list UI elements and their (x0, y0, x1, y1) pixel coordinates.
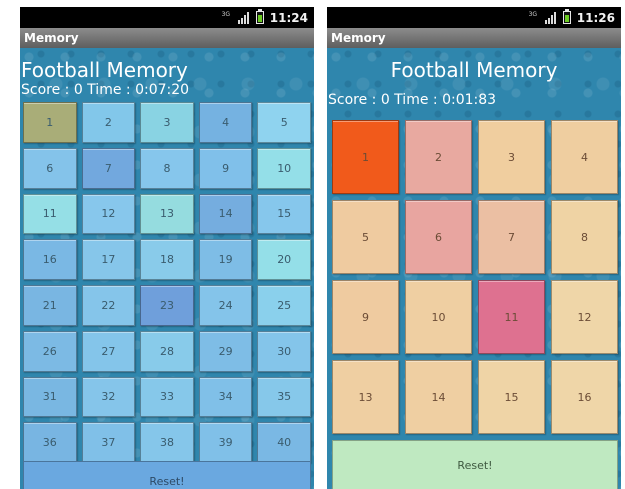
game-area: Football Memory Score : 0 Time : 0:01:83… (327, 48, 621, 489)
memory-card-tile[interactable]: 24 (198, 285, 253, 326)
memory-card-tile[interactable]: 15 (478, 360, 545, 434)
memory-card-tile[interactable]: 7 (81, 147, 136, 189)
memory-card-tile[interactable]: 4 (198, 102, 253, 143)
signal-icon (544, 11, 557, 24)
memory-card-tile[interactable]: 6 (405, 200, 472, 274)
memory-card-tile[interactable]: 8 (140, 147, 194, 189)
memory-card-tile[interactable]: 1 (332, 120, 399, 194)
card-grid: 1 2 3 4 5 6 7 8 9 10 11 12 13 14 15 16 17 18 19 20 21 22 23 24 2… (23, 102, 311, 463)
memory-card-tile[interactable]: 13 (140, 193, 194, 235)
memory-card-tile[interactable]: 39 (198, 422, 253, 463)
signal-icon (237, 11, 250, 24)
memory-card-tile[interactable]: 14 (405, 360, 472, 434)
memory-card-tile[interactable]: 20 (257, 239, 311, 280)
memory-card-tile[interactable]: 9 (198, 147, 253, 189)
battery-icon (255, 9, 264, 24)
memory-card-tile[interactable]: 5 (332, 200, 399, 274)
card-grid: 1 2 3 4 5 6 7 8 9 10 11 12 13 14 15 16 (332, 120, 618, 434)
network-3g-icon: 3G (528, 10, 538, 18)
phone-screen-right: 3G 11:26 Memory Football Memory Score : … (327, 7, 621, 489)
memory-card-tile[interactable]: 36 (23, 422, 77, 463)
memory-card-tile[interactable]: 32 (81, 376, 136, 418)
memory-card-tile[interactable]: 2 (405, 120, 472, 194)
memory-card-tile[interactable]: 19 (198, 239, 253, 280)
memory-card-tile[interactable]: 1 (23, 102, 77, 143)
memory-card-tile[interactable]: 6 (23, 147, 77, 189)
memory-card-tile[interactable]: 15 (257, 193, 311, 235)
memory-card-tile[interactable]: 26 (23, 330, 77, 372)
memory-card-tile[interactable]: 4 (551, 120, 618, 194)
memory-card-tile[interactable]: 22 (81, 285, 136, 326)
game-area: Football Memory Score : 0 Time : 0:07:20… (20, 48, 314, 489)
memory-card-tile[interactable]: 10 (257, 147, 311, 189)
memory-card-tile[interactable]: 21 (23, 285, 77, 326)
phone-screen-left: 3G 11:24 Memory Football Memory Score : … (20, 7, 314, 489)
memory-card-tile[interactable]: 10 (405, 280, 472, 354)
memory-card-tile[interactable]: 11 (478, 280, 545, 354)
memory-card-tile[interactable]: 18 (140, 239, 194, 280)
app-title-bar: Memory (327, 28, 621, 48)
score-time-readout: Score : 0 Time : 0:01:83 (328, 92, 497, 108)
memory-card-tile[interactable]: 28 (140, 330, 194, 372)
memory-card-tile[interactable]: 17 (81, 239, 136, 280)
memory-card-tile[interactable]: 8 (551, 200, 618, 274)
memory-card-tile[interactable]: 9 (332, 280, 399, 354)
status-clock: 11:24 (269, 10, 308, 25)
memory-card-tile[interactable]: 3 (140, 102, 194, 143)
memory-card-tile[interactable]: 3 (478, 120, 545, 194)
memory-card-tile[interactable]: 7 (478, 200, 545, 274)
memory-card-tile[interactable]: 11 (23, 193, 77, 235)
network-3g-icon: 3G (221, 10, 231, 18)
battery-icon (562, 9, 571, 24)
memory-card-tile[interactable]: 14 (198, 193, 253, 235)
reset-button[interactable]: Reset! (332, 440, 618, 489)
memory-card-tile[interactable]: 16 (23, 239, 77, 280)
status-bar: 3G 11:24 (20, 7, 314, 28)
memory-card-tile[interactable]: 30 (257, 330, 311, 372)
reset-button[interactable]: Reset! (23, 461, 311, 489)
memory-card-tile[interactable]: 27 (81, 330, 136, 372)
game-title: Football Memory (390, 58, 558, 82)
app-title-bar: Memory (20, 28, 314, 48)
memory-card-tile[interactable]: 13 (332, 360, 399, 434)
memory-card-tile[interactable]: 12 (81, 193, 136, 235)
memory-card-tile[interactable]: 38 (140, 422, 194, 463)
memory-card-tile[interactable]: 34 (198, 376, 253, 418)
status-bar: 3G 11:26 (327, 7, 621, 28)
memory-card-tile[interactable]: 12 (551, 280, 618, 354)
status-clock: 11:26 (576, 10, 615, 25)
memory-card-tile[interactable]: 23 (140, 285, 194, 326)
game-title: Football Memory (21, 58, 188, 82)
memory-card-tile[interactable]: 40 (257, 422, 311, 463)
memory-card-tile[interactable]: 25 (257, 285, 311, 326)
memory-card-tile[interactable]: 5 (257, 102, 311, 143)
memory-card-tile[interactable]: 35 (257, 376, 311, 418)
memory-card-tile[interactable]: 29 (198, 330, 253, 372)
memory-card-tile[interactable]: 16 (551, 360, 618, 434)
memory-card-tile[interactable]: 33 (140, 376, 194, 418)
memory-card-tile[interactable]: 2 (81, 102, 136, 143)
score-time-readout: Score : 0 Time : 0:07:20 (21, 82, 190, 98)
memory-card-tile[interactable]: 31 (23, 376, 77, 418)
memory-card-tile[interactable]: 37 (81, 422, 136, 463)
